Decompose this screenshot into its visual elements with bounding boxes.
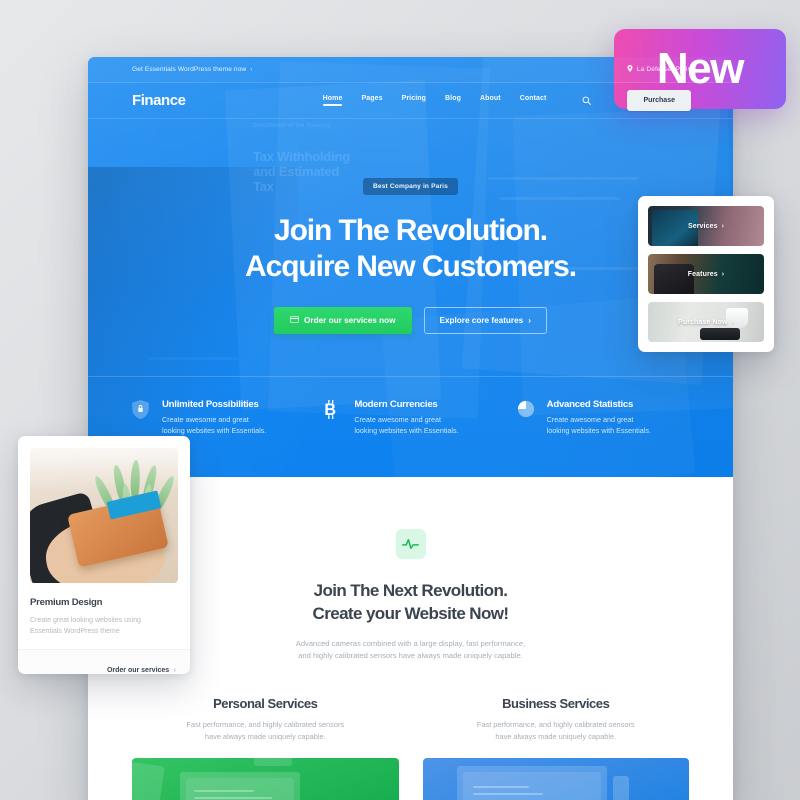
chevron-right-icon: › (731, 318, 734, 326)
hero-section: Department of the Treasury Tax Withholdi… (88, 57, 733, 477)
svg-text:B: B (325, 401, 337, 419)
mid-desc-line-2: and highly calibrated sensors have alway… (298, 651, 523, 660)
hero-buttons: Order our services now Explore core feat… (88, 307, 733, 334)
hero-feature-title: Modern Currencies (354, 399, 438, 410)
service-image-business[interactable] (422, 758, 689, 800)
quick-link-text: Services (687, 222, 718, 230)
nav-link-pages[interactable]: Pages (361, 95, 382, 106)
premium-design-photo (30, 448, 178, 583)
shield-lock-icon (132, 399, 152, 436)
quick-link-text: Purchase Now (678, 318, 728, 326)
quick-link-label: Services › (688, 223, 724, 230)
hero-feature-desc-line-1: Create awesome and great (162, 415, 249, 424)
explore-features-label: Explore core features (439, 316, 524, 325)
premium-design-desc-line-1: Create great looking websites using (30, 617, 141, 624)
hero-content: Best Company in Paris Join The Revolutio… (88, 119, 733, 334)
topbar-promo-label: Get Essentials WordPress theme now (132, 66, 247, 73)
quick-link-text: Features (687, 270, 718, 278)
mid-description: Advanced cameras combined with a large d… (261, 638, 561, 662)
topbar-location: La Défense, Paris (627, 65, 691, 74)
service-image-personal[interactable] (132, 758, 399, 800)
premium-design-footer: Order our services › (18, 649, 190, 674)
premium-design-desc-line-2: Essentials WordPress theme (30, 628, 120, 635)
hero-badge: Best Company in Paris (363, 178, 458, 195)
navbar: Finance Home Pages Pricing Blog About Co… (88, 83, 733, 119)
nav-link-contact[interactable]: Contact (520, 95, 547, 106)
hero-feature-title: Unlimited Possibilities (162, 399, 259, 410)
hero-feature-desc-line-1: Create awesome and great (354, 415, 442, 424)
chevron-right-icon: › (250, 66, 253, 73)
hero-feature-item: B Modern Currencies Create awesome and g… (324, 399, 496, 436)
chevron-right-icon: › (528, 316, 531, 325)
topbar-promo[interactable]: Get Essentials WordPress theme now › (132, 66, 252, 73)
chevron-right-icon: › (173, 667, 176, 674)
hero-feature-desc: Create awesome and great looking website… (354, 415, 458, 436)
topbar-location-label: La Défense, Paris (636, 66, 691, 73)
hero-feature-desc-line-2: looking websites with Essentials. (354, 425, 459, 435)
site-logo[interactable]: Finance (132, 92, 186, 109)
service-title: Business Services (502, 696, 610, 711)
card-icon (290, 316, 300, 325)
service-desc: Fast performance, and highly calibrated … (423, 719, 690, 742)
nav-links: Home Pages Pricing Blog About Contact Pu… (322, 90, 691, 111)
chevron-right-icon: › (721, 222, 725, 230)
hero-feature-title: Advanced Statistics (546, 399, 634, 410)
service-desc-line-1: Fast performance, and highly calibrated … (186, 720, 345, 729)
quick-link-label: Purchase Now › (678, 319, 734, 326)
hero-feature-list: Unlimited Possibilities Create awesome a… (88, 376, 733, 436)
mid-desc-line-1: Advanced cameras combined with a large d… (295, 639, 526, 648)
service-column-business: Business Services Fast performance, and … (422, 696, 690, 800)
pulse-activity-icon (395, 529, 426, 559)
search-icon[interactable] (582, 96, 592, 105)
hero-feature-desc-line-2: looking websites with Essentials. (162, 425, 267, 435)
hero-feature-item: Advanced Statistics Create awesome and g… (517, 399, 689, 436)
order-services-button[interactable]: Order our services now (274, 307, 412, 334)
browser-window: Department of the Treasury Tax Withholdi… (88, 57, 733, 800)
order-services-label: Order our services now (304, 316, 396, 325)
hero-feature-item: Unlimited Possibilities Create awesome a… (132, 399, 304, 436)
premium-design-description: Create great looking websites using Esse… (30, 615, 178, 637)
service-desc-line-2: have always made uniquely capable. (495, 731, 617, 741)
hero-title-line-1: Join The Revolution. (273, 214, 548, 247)
premium-design-card[interactable]: Premium Design Create great looking webs… (18, 436, 190, 674)
purchase-button[interactable]: Purchase (627, 90, 691, 111)
location-pin-icon (627, 65, 633, 74)
hero-feature-desc-line-2: looking websites with Essentials. (546, 425, 651, 435)
hero-feature-desc: Create awesome and great looking website… (162, 415, 266, 436)
explore-features-button[interactable]: Explore core features › (423, 307, 547, 334)
quick-link-label: Features › (688, 271, 724, 278)
topbar: Get Essentials WordPress theme now › La … (88, 57, 733, 83)
chevron-right-icon: › (721, 270, 725, 278)
service-column-personal: Personal Services Fast performance, and … (132, 696, 399, 800)
service-desc-line-1: Fast performance, and highly calibrated … (476, 720, 635, 729)
service-desc: Fast performance, and highly calibrated … (132, 719, 399, 742)
hero-title: Join The Revolution. Acquire New Custome… (88, 213, 733, 285)
hero-feature-desc-line-1: Create awesome and great (546, 415, 634, 424)
premium-design-title: Premium Design (30, 597, 103, 608)
premium-order-services-link[interactable]: Order our services (107, 667, 169, 674)
nav-link-pricing[interactable]: Pricing (402, 95, 426, 106)
service-title: Personal Services (213, 696, 318, 711)
service-desc-line-2: have always made uniquely capable. (204, 731, 326, 741)
hero-title-line-2: Acquire New Customers. (245, 250, 577, 283)
nav-link-blog[interactable]: Blog (445, 95, 461, 106)
services-grid: Personal Services Fast performance, and … (88, 696, 733, 800)
pie-chart-icon (517, 399, 537, 436)
nav-link-home[interactable]: Home (322, 95, 343, 106)
hero-feature-desc: Create awesome and great looking website… (547, 415, 651, 436)
bitcoin-icon: B (324, 399, 344, 436)
nav-link-about[interactable]: About (480, 95, 501, 106)
